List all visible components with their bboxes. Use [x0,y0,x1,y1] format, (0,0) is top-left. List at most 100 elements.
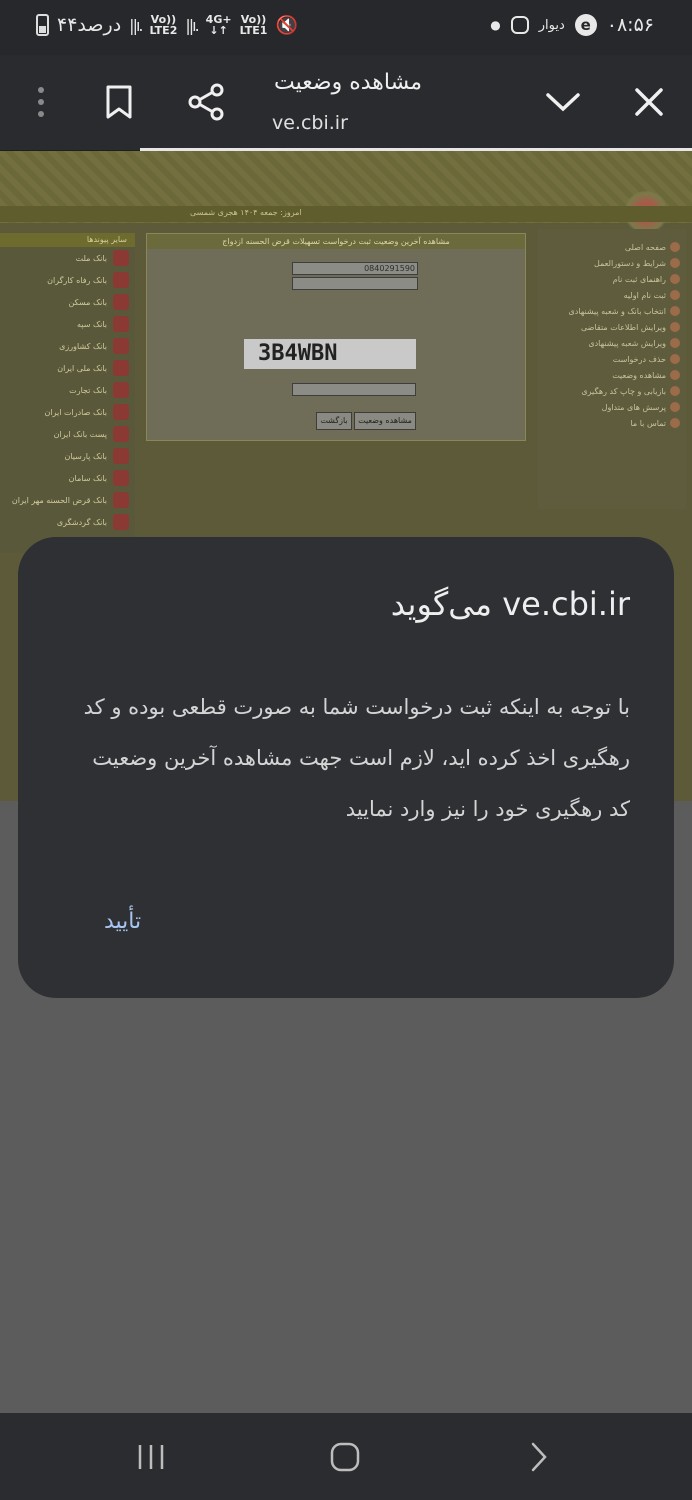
menu-item-label: ثبت نام اولیه [623,290,666,300]
sim1-indicator: Vo)) LTE1 [239,13,268,37]
bank-logo-icon [113,382,129,398]
divar-app-label: دیوار [538,17,565,33]
battery-icon [36,14,49,36]
menu-bullet-icon [670,274,680,284]
menu-item[interactable]: ویرایش اطلاعات متقاضی [538,319,686,335]
bank-logo-icon [113,272,129,288]
bank-label: پست بانک ایران [53,429,107,439]
menu-item[interactable]: شرایط و دستورالعمل [538,255,686,271]
bookmark-icon[interactable] [94,77,144,127]
signal-icon: ||ı. [185,15,199,35]
bank-link[interactable]: بانک قرض الحسنه مهر ایران [0,489,135,511]
bank-logo-icon [113,470,129,486]
menu-item[interactable]: حذف درخواست [538,351,686,367]
bank-label: بانک ملی ایران [57,363,107,373]
back-nav-icon[interactable] [514,1435,564,1479]
menu-item[interactable]: صفحه اصلی [538,239,686,255]
menu-item-label: انتخاب بانک و شعبه پیشنهادی [568,306,667,316]
tracking-code-input[interactable] [292,383,416,396]
menu-item-label: مشاهده وضعیت [612,370,666,380]
menu-item[interactable]: ثبت نام اولیه [538,287,686,303]
confirm-button[interactable]: تأیید [104,909,141,934]
bank-logo-icon [113,492,129,508]
close-icon[interactable] [624,77,674,127]
banks-list: سایر پیوندها بانک ملت بانک رفاه کارگران با… [0,233,135,553]
bank-label: بانک ملت [75,253,107,263]
menu-bullet-icon [670,354,680,364]
view-status-button[interactable]: مشاهده وضعیت [354,412,416,430]
bank-logo-icon [113,448,129,464]
menu-item[interactable]: مشاهده وضعیت [538,367,686,383]
menu-bullet-icon [670,418,680,428]
system-nav-bar [0,1413,692,1500]
bank-link[interactable]: بانک مسکن [0,291,135,313]
menu-item-label: ویرایش شعبه پیشنهادی [588,338,666,348]
bank-logo-icon [113,404,129,420]
signal-icon: ||ı. [129,15,143,35]
bank-label: بانک گردشگری [56,517,107,527]
menu-item-label: شرایط و دستورالعمل [594,258,666,268]
menu-item-label: بازیابی و چاپ کد رهگیری [581,386,666,396]
menu-item[interactable]: ویرایش شعبه پیشنهادی [538,335,686,351]
menu-bullet-icon [670,242,680,252]
menu-item[interactable]: پرسش های متداول [538,399,686,415]
bank-label: بانک قرض الحسنه مهر ایران [11,495,107,505]
app-e-icon: e [574,14,597,36]
menu-bullet-icon [670,402,680,412]
page-url[interactable]: ve.cbi.ir [272,112,348,134]
menu-item[interactable]: تماس با ما [538,415,686,431]
request-code-input[interactable]: 0840291590 [292,262,418,275]
menu-item[interactable]: انتخاب بانک و شعبه پیشنهادی [538,303,686,319]
form-header: مشاهده آخرین وضعیت ثبت درخواست تسهیلات ق… [147,234,525,249]
menu-bullet-icon [670,290,680,300]
captcha-image: 3B4WBN [244,339,416,369]
menu-bullet-icon [670,258,680,268]
bank-label: بانک سپه [77,319,107,329]
bank-link[interactable]: بانک گردشگری [0,511,135,533]
back-button[interactable]: بازگشت [316,412,352,430]
status-right: ● دیوار e ۰۸:۵۶ [490,14,654,36]
bank-logo-icon [113,360,129,376]
menu-item-label: پرسش های متداول [601,402,666,412]
clock: ۰۸:۵۶ [606,14,654,36]
bank-link[interactable]: بانک پارسیان [0,445,135,467]
menu-item-label: حذف درخواست [612,354,666,364]
instagram-icon [510,16,529,34]
bank-logo-icon [113,426,129,442]
bank-link[interactable]: بانک سپه [0,313,135,335]
bank-link[interactable]: بانک رفاه کارگران [0,269,135,291]
bank-logo-icon [113,294,129,310]
recent-apps-icon[interactable] [126,1435,176,1479]
bank-link[interactable]: پست بانک ایران [0,423,135,445]
banks-header: سایر پیوندها [0,233,135,247]
menu-item-label: ویرایش اطلاعات متقاضی [581,322,666,332]
bank-logo-icon [113,514,129,530]
dialog-title: ve.cbi.ir می‌گوید [390,585,630,623]
bank-label: بانک سامان [68,473,107,483]
notification-dot-icon: ● [490,18,501,32]
bank-label: بانک رفاه کارگران [47,275,107,285]
bank-label: بانک صادرات ایران [44,407,107,417]
menu-bullet-icon [670,322,680,332]
status-left: ۴۴درصد ||ı. Vo)) LTE2 ||ı. 4G+ ↓↑ Vo)) LTE1… [36,14,298,36]
national-code-input[interactable] [292,277,418,290]
more-vert-icon[interactable] [16,77,66,127]
home-icon[interactable] [320,1435,370,1479]
chevron-down-icon[interactable] [538,77,588,127]
menu-bullet-icon [670,370,680,380]
menu-item[interactable]: بازیابی و چاپ کد رهگیری [538,383,686,399]
bank-link[interactable]: بانک سامان [0,467,135,489]
sim2-indicator: Vo)) LTE2 [149,13,178,37]
bank-link[interactable]: بانک صادرات ایران [0,401,135,423]
bank-label: بانک مسکن [68,297,107,307]
menu-item-label: راهنمای ثبت نام [612,274,666,284]
bank-link[interactable]: بانک تجارت [0,379,135,401]
site-date-band: امروز: جمعه ۱۴۰۴ هجری شمسی [0,206,692,222]
bank-link[interactable]: بانک ملی ایران [0,357,135,379]
page-title: مشاهده وضعیت [274,70,422,95]
bank-logo-icon [113,338,129,354]
share-icon[interactable] [181,77,231,127]
bank-link[interactable]: بانک کشاورزی [0,335,135,357]
bank-link[interactable]: بانک ملت [0,247,135,269]
menu-item[interactable]: راهنمای ثبت نام [538,271,686,287]
